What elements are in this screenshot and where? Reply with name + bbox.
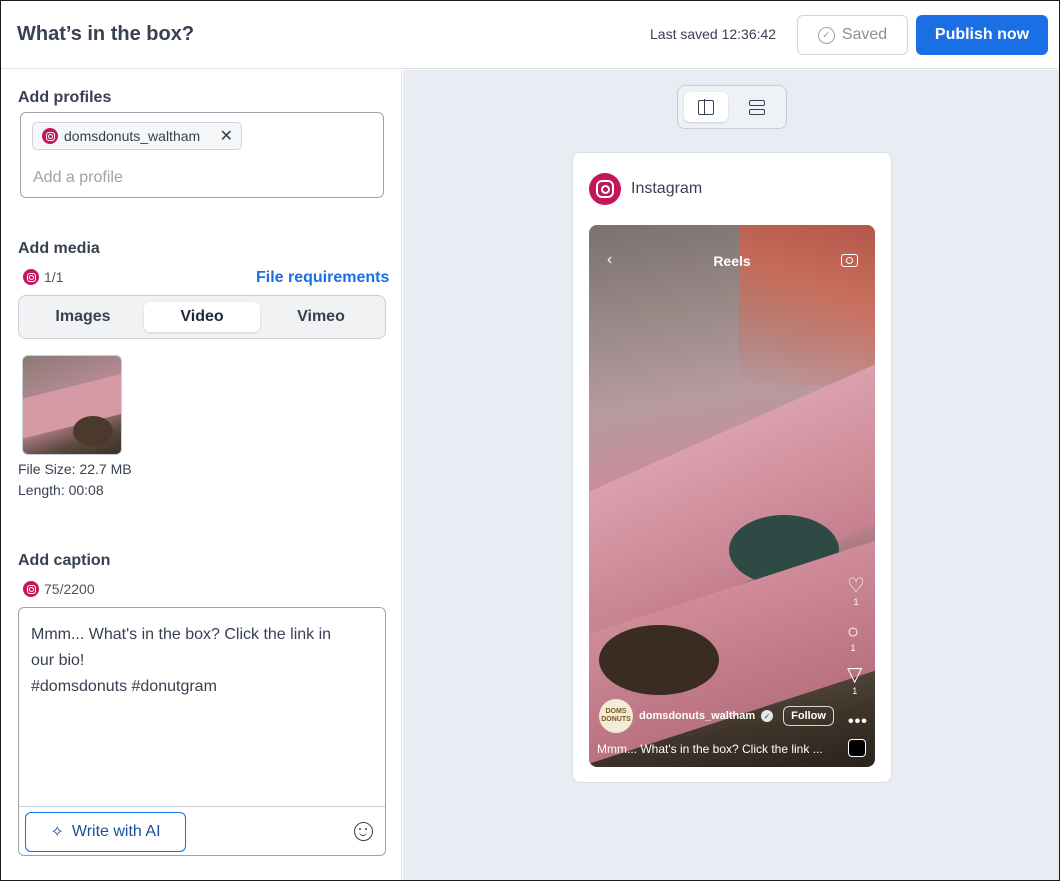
instagram-icon	[42, 128, 58, 144]
saved-button-label: Saved	[841, 26, 888, 43]
instagram-icon	[23, 581, 39, 597]
more-options-icon: •••	[848, 713, 868, 730]
profile-chip-name: domsdonuts_waltham	[64, 128, 201, 144]
reel-title: Reels	[713, 253, 751, 269]
media-type-tabs: Images Video Vimeo	[18, 295, 386, 339]
emoji-icon[interactable]	[354, 822, 373, 841]
reel-caption: Mmm... What's in the box? Click the link…	[597, 742, 823, 756]
share-count: 1	[852, 686, 858, 696]
reel-username: domsdonuts_waltham	[639, 710, 756, 722]
instagram-icon	[23, 269, 39, 285]
editor-panel: Add profiles domsdonuts_waltham ✕ Add a …	[1, 70, 402, 880]
audio-icon	[848, 739, 866, 757]
stacked-layout-button[interactable]	[735, 92, 779, 122]
instagram-preview-card: Instagram ‹ Reels ♡ 1 ○ 1 ▽ 1 DOMS DONUT…	[572, 152, 892, 783]
caption-count: 75/2200	[23, 581, 95, 597]
video-length: Length: 00:08	[18, 482, 104, 498]
tab-images[interactable]: Images	[25, 302, 141, 332]
add-profile-input[interactable]: Add a profile	[33, 169, 123, 187]
share-action: ▽ 1	[847, 664, 862, 696]
profile-avatar: DOMS DONUTS	[599, 699, 633, 733]
columns-icon	[698, 98, 714, 115]
instagram-logo-icon	[589, 173, 621, 205]
rows-icon	[749, 99, 765, 115]
publish-now-button[interactable]: Publish now	[916, 15, 1048, 55]
like-action: ♡ 1	[847, 575, 865, 607]
caption-divider	[19, 806, 385, 807]
media-count-text: 1/1	[44, 269, 64, 285]
layout-toggle	[677, 85, 787, 129]
caption-editor[interactable]: Mmm... What's in the box? Click the link…	[18, 607, 386, 856]
add-media-label: Add media	[18, 240, 100, 257]
comment-icon: ○	[847, 621, 860, 643]
like-count: 1	[853, 597, 859, 607]
last-saved-status: Last saved 12:36:42	[650, 26, 777, 42]
add-caption-label: Add caption	[18, 552, 111, 569]
tab-video[interactable]: Video	[144, 302, 260, 332]
tab-vimeo[interactable]: Vimeo	[263, 302, 379, 332]
heart-icon: ♡	[847, 575, 865, 597]
preview-panel: Instagram ‹ Reels ♡ 1 ○ 1 ▽ 1 DOMS DONUT…	[403, 70, 1059, 880]
follow-button: Follow	[783, 706, 834, 726]
preview-network-name: Instagram	[631, 180, 703, 197]
add-profiles-label: Add profiles	[18, 89, 112, 106]
profile-selector[interactable]: domsdonuts_waltham ✕ Add a profile	[20, 112, 384, 198]
saved-button[interactable]: ✓ Saved	[797, 15, 908, 55]
profile-chip[interactable]: domsdonuts_waltham ✕	[32, 122, 242, 150]
page-title: What’s in the box?	[17, 23, 195, 45]
header-bar: What’s in the box? Last saved 12:36:42 ✓…	[1, 1, 1059, 69]
reel-user-row: DOMS DONUTS domsdonuts_waltham ✓ Follow	[599, 699, 834, 733]
preview-header: Instagram	[589, 173, 702, 205]
send-icon: ▽	[847, 664, 863, 686]
check-circle-icon: ✓	[817, 26, 835, 44]
file-size: File Size: 22.7 MB	[18, 461, 132, 477]
reel-preview: ‹ Reels ♡ 1 ○ 1 ▽ 1 DOMS DONUTS domsdonu…	[589, 225, 875, 767]
caption-textarea[interactable]: Mmm... What's in the box? Click the link…	[31, 622, 371, 700]
verified-badge-icon: ✓	[761, 710, 774, 722]
video-thumbnail[interactable]	[22, 355, 122, 455]
app-window: What’s in the box? Last saved 12:36:42 ✓…	[0, 0, 1060, 881]
remove-profile-icon[interactable]: ✕	[220, 126, 233, 146]
camera-icon	[841, 254, 858, 267]
comment-count: 1	[850, 643, 856, 653]
media-count: 1/1	[23, 269, 63, 285]
comment-action: ○ 1	[847, 621, 859, 653]
file-requirements-link[interactable]: File requirements	[256, 269, 389, 287]
side-by-side-layout-button[interactable]	[684, 92, 728, 122]
sparkle-icon: ✧	[50, 824, 64, 841]
write-with-ai-button[interactable]: ✧ Write with AI	[25, 812, 186, 852]
write-with-ai-label: Write with AI	[71, 823, 161, 840]
caption-count-text: 75/2200	[44, 581, 95, 597]
